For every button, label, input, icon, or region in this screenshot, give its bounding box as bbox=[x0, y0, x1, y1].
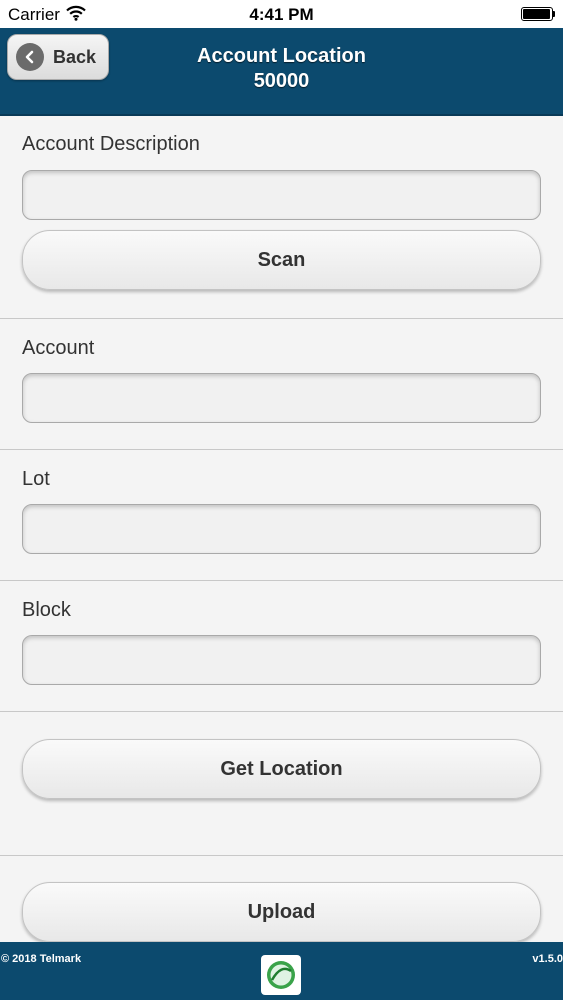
account-description-input[interactable] bbox=[22, 170, 541, 220]
block-label: Block bbox=[22, 599, 71, 621]
account-input[interactable] bbox=[22, 373, 541, 423]
account-description-label: Account Description bbox=[22, 133, 200, 155]
clock: 4:41 PM bbox=[249, 5, 314, 24]
account-section: Account bbox=[0, 318, 563, 450]
chevron-left-icon bbox=[16, 43, 44, 71]
back-button-label: Back bbox=[53, 46, 97, 67]
scan-button[interactable]: Scan bbox=[22, 230, 541, 290]
lot-section: Lot bbox=[0, 449, 563, 581]
battery-icon bbox=[521, 7, 555, 21]
account-description-section: Account Description Scan bbox=[0, 116, 563, 318]
copyright-text: © 2018 Telmark bbox=[1, 953, 82, 965]
upload-section: Upload bbox=[0, 855, 563, 943]
account-label: Account bbox=[22, 337, 95, 359]
back-button[interactable]: Back bbox=[7, 34, 109, 80]
page-title: Account Location 50000 bbox=[110, 44, 453, 94]
get-location-button[interactable]: Get Location bbox=[22, 739, 541, 799]
page-subtitle: 50000 bbox=[253, 70, 310, 92]
header-bar: Back Account Location 50000 bbox=[0, 28, 563, 116]
block-input[interactable] bbox=[22, 635, 541, 685]
upload-button[interactable]: Upload bbox=[22, 882, 541, 942]
telmark-logo-icon bbox=[261, 955, 301, 995]
get-location-section: Get Location bbox=[0, 711, 563, 856]
page-title-text: Account Location bbox=[197, 45, 366, 67]
version-text: v1.5.0 bbox=[532, 953, 563, 965]
footer-bar: © 2018 Telmark v1.5.0 bbox=[0, 942, 563, 1000]
status-bar: Carrier 4:41 PM bbox=[0, 0, 563, 28]
block-section: Block bbox=[0, 580, 563, 712]
lot-label: Lot bbox=[22, 468, 50, 490]
lot-input[interactable] bbox=[22, 504, 541, 554]
